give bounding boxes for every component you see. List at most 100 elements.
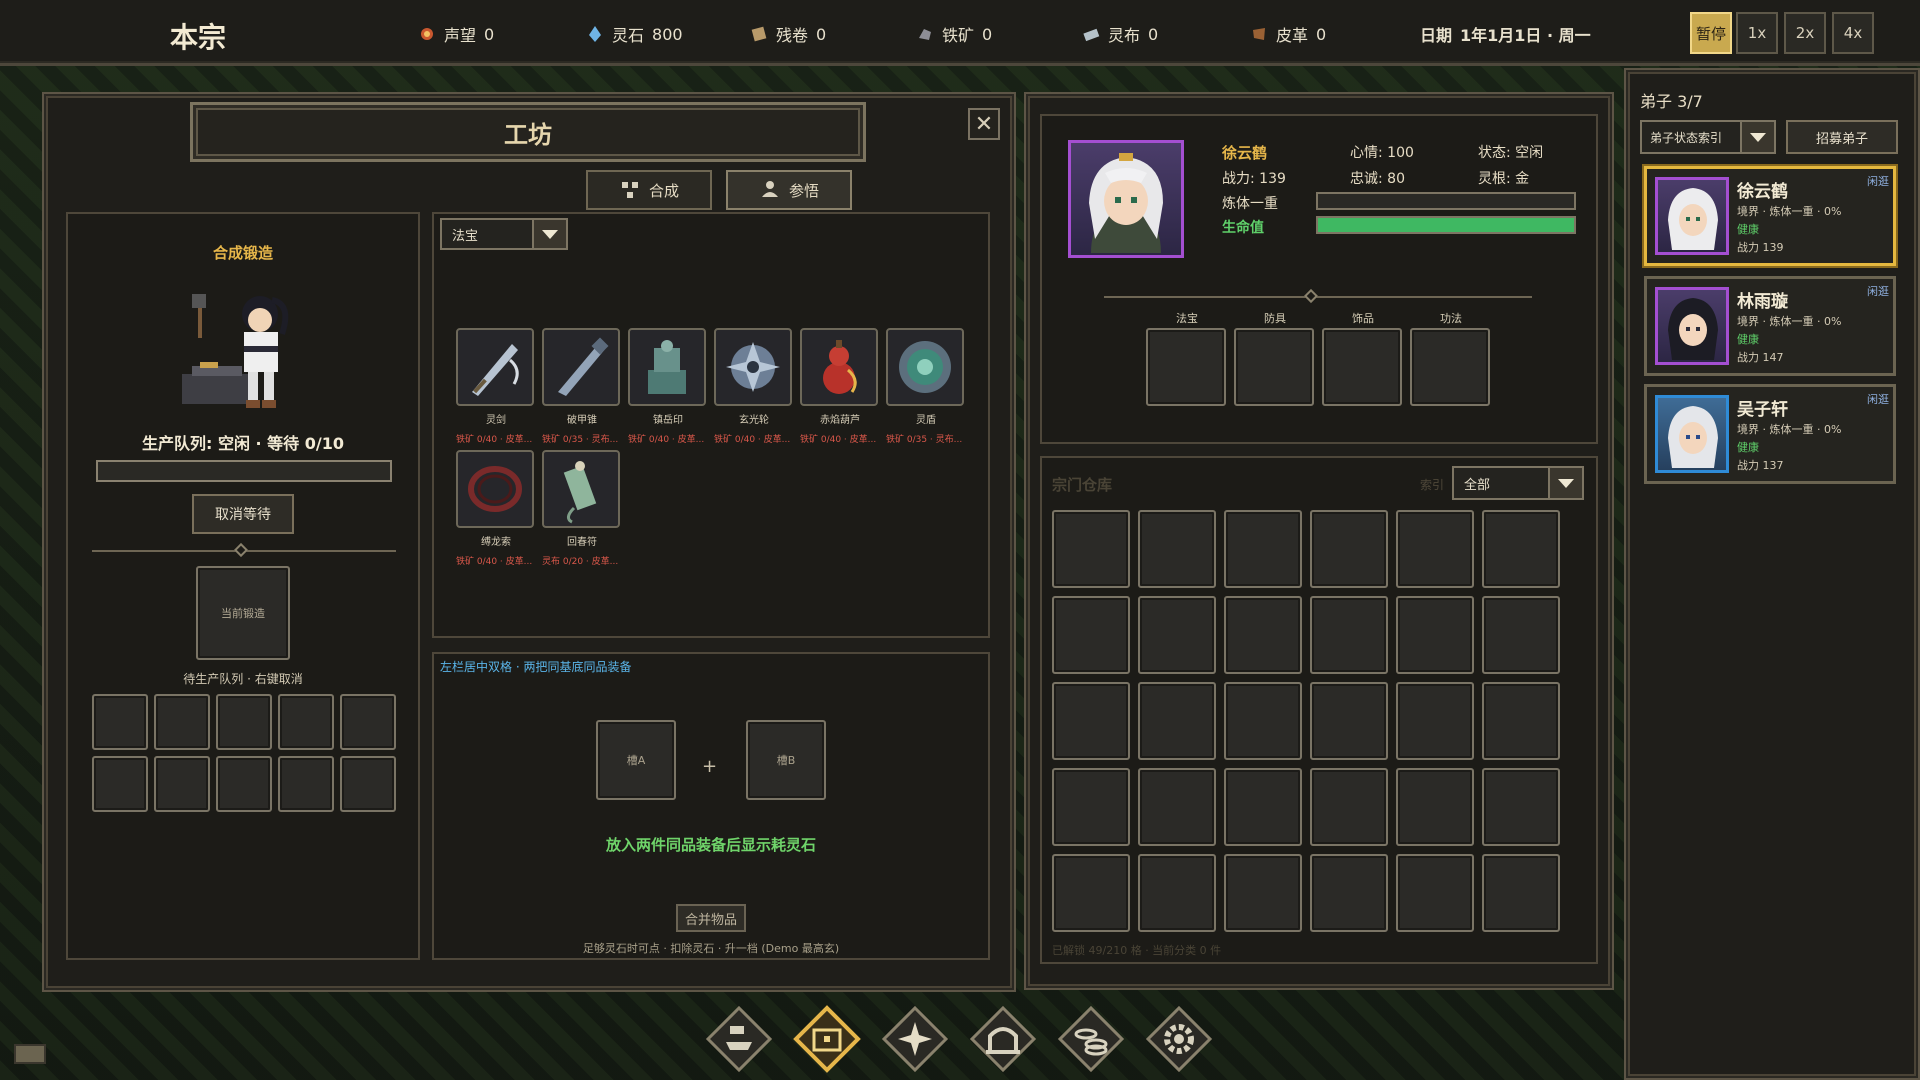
warehouse-slot[interactable] (1138, 854, 1216, 932)
category-dropdown[interactable]: 法宝 (440, 218, 568, 250)
warehouse-slot[interactable] (1224, 682, 1302, 760)
warehouse-slot[interactable] (1310, 854, 1388, 932)
anvil-forge-icon[interactable] (704, 1004, 774, 1074)
disciple-card[interactable]: 闲逛 林雨璇 境界 · 炼体一重 · 0% 健康 战力 147 (1644, 276, 1896, 376)
speed-1x-button[interactable]: 1x (1736, 12, 1778, 54)
tab-comprehend[interactable]: 参悟 (726, 170, 852, 210)
queue-slot[interactable] (340, 756, 396, 812)
current-forge-slot[interactable]: 当前锻造 (196, 566, 290, 660)
gear-icon[interactable] (1144, 1004, 1214, 1074)
recipe-item-mountain-seal[interactable] (628, 328, 706, 406)
warehouse-slot[interactable] (1310, 510, 1388, 588)
warehouse-slot[interactable] (1482, 682, 1560, 760)
recipe-item-light-wheel[interactable] (714, 328, 792, 406)
equip-slot-label: 法宝 (1176, 312, 1198, 325)
sparkle-icon[interactable] (880, 1004, 950, 1074)
disciple-filter-value: 弟子状态索引 (1650, 130, 1723, 145)
warehouse-filter-value: 全部 (1464, 477, 1491, 493)
warehouse-slot[interactable] (1482, 510, 1560, 588)
warehouse-slot[interactable] (1482, 854, 1560, 932)
resource-value: 0 (484, 24, 495, 44)
mountain-seal-icon (648, 340, 686, 394)
merge-button[interactable]: 合并物品 (676, 904, 746, 932)
warehouse-slot[interactable] (1396, 682, 1474, 760)
recipe-item-spirit-shield[interactable] (886, 328, 964, 406)
speed-pause-button[interactable]: 暂停 (1690, 12, 1732, 54)
chevron-down-icon (532, 220, 566, 248)
warehouse-slot[interactable] (1052, 510, 1130, 588)
warehouse-slot[interactable] (1138, 510, 1216, 588)
recipe-item-armor-piercer[interactable] (542, 328, 620, 406)
recipe-item-heal-talisman[interactable] (542, 450, 620, 528)
date-value: 1年1月1日 · 周一 (1460, 26, 1591, 45)
warehouse-slot[interactable] (1224, 768, 1302, 846)
warehouse-slot[interactable] (1052, 682, 1130, 760)
warehouse-filter-dropdown[interactable]: 全部 (1452, 466, 1584, 500)
blacksmith-sprite (182, 294, 289, 408)
warehouse-slot[interactable] (1482, 596, 1560, 674)
warehouse-slot[interactable] (1138, 682, 1216, 760)
queue-slot[interactable] (278, 756, 334, 812)
queue-slot[interactable] (154, 694, 210, 750)
merge-slot-a[interactable]: 槽A (596, 720, 676, 800)
bell-gate-icon[interactable] (968, 1004, 1038, 1074)
warehouse-slot[interactable] (1396, 854, 1474, 932)
disciple-card[interactable]: 闲逛 吴子轩 境界 · 炼体一重 · 0% 健康 战力 137 (1644, 384, 1896, 484)
merge-slot-b[interactable]: 槽B (746, 720, 826, 800)
hp-bar-fill (1318, 218, 1574, 232)
warehouse-slot[interactable] (1396, 596, 1474, 674)
coin-stack-icon[interactable] (1056, 1004, 1126, 1074)
disciple-card[interactable]: 闲逛 徐云鹤 境界 · 炼体一重 · 0% 健康 战力 139 (1644, 166, 1896, 266)
queue-slot[interactable] (92, 756, 148, 812)
recipe-item-name: 镇岳印 (653, 415, 683, 426)
cancel-wait-button[interactable]: 取消等待 (192, 494, 294, 534)
disciple-portrait (1068, 140, 1184, 258)
warehouse-slot[interactable] (1138, 768, 1216, 846)
disciple-card-name: 林雨璇 (1737, 292, 1788, 312)
warehouse-slot[interactable] (1224, 854, 1302, 932)
equip-slot-technique[interactable] (1410, 328, 1490, 406)
queue-slot[interactable] (92, 694, 148, 750)
equip-slot-armor[interactable] (1234, 328, 1314, 406)
treasure-chest-icon[interactable] (792, 1004, 862, 1074)
tab-craft[interactable]: 合成 (586, 170, 712, 210)
chat-icon[interactable] (14, 1044, 46, 1064)
recipe-item-spirit-sword[interactable] (456, 328, 534, 406)
warehouse-footer: 已解锁 49/210 格 · 当前分类 0 件 (1052, 944, 1222, 957)
warehouse-slot[interactable] (1310, 596, 1388, 674)
disciple-state: 状态: 空闲 (1478, 145, 1544, 161)
equip-slot-label: 功法 (1440, 312, 1462, 325)
disciple-card-name: 吴子轩 (1737, 400, 1788, 420)
warehouse-slot[interactable] (1052, 596, 1130, 674)
warehouse-slot[interactable] (1224, 510, 1302, 588)
warehouse-slot[interactable] (1052, 768, 1130, 846)
warehouse-slot[interactable] (1396, 768, 1474, 846)
merge-hint: 左栏居中双格 · 两把同基底同品装备 (440, 660, 632, 674)
queue-slot[interactable] (216, 756, 272, 812)
warehouse-slot[interactable] (1310, 768, 1388, 846)
warehouse-slot[interactable] (1052, 854, 1130, 932)
recipe-item-flame-gourd[interactable] (800, 328, 878, 406)
close-icon[interactable]: ✕ (968, 108, 1000, 140)
disciple-card-realm: 境界 · 炼体一重 · 0% (1737, 205, 1842, 218)
warehouse-slot[interactable] (1224, 596, 1302, 674)
recipe-item-dragon-rope[interactable] (456, 450, 534, 528)
warehouse-slot[interactable] (1310, 682, 1388, 760)
warehouse-slot[interactable] (1138, 596, 1216, 674)
warehouse-slot[interactable] (1396, 510, 1474, 588)
recruit-disciple-button[interactable]: 招募弟子 (1786, 120, 1898, 154)
disciple-root: 灵根: 金 (1478, 171, 1530, 187)
speed-2x-button[interactable]: 2x (1784, 12, 1826, 54)
scroll-icon (751, 26, 767, 42)
queue-slot[interactable] (154, 756, 210, 812)
warehouse-slot[interactable] (1482, 768, 1560, 846)
equip-slot-treasure[interactable] (1146, 328, 1226, 406)
disciple-card-realm: 境界 · 炼体一重 · 0% (1737, 315, 1842, 328)
queue-slot[interactable] (340, 694, 396, 750)
workshop-title: 工坊 (190, 102, 866, 162)
equip-slot-accessory[interactable] (1322, 328, 1402, 406)
queue-slot[interactable] (216, 694, 272, 750)
queue-slot[interactable] (278, 694, 334, 750)
disciple-filter-dropdown[interactable]: 弟子状态索引 (1640, 120, 1776, 154)
speed-4x-button[interactable]: 4x (1832, 12, 1874, 54)
